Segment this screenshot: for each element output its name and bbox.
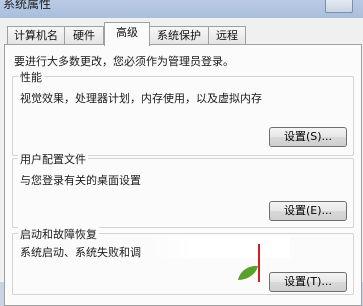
tab-advanced[interactable]: 高级 <box>104 22 150 46</box>
user-profiles-group: 用户配置文件 与您登录有关的桌面设置 设置(E)... <box>12 151 354 228</box>
close-button[interactable] <box>325 0 353 13</box>
performance-description: 视觉效果，处理器计划，内存使用，以及虚拟内存 <box>20 92 262 105</box>
user-profiles-description: 与您登录有关的桌面设置 <box>20 174 141 187</box>
admin-notice: 要进行大多数更改，您必须作为管理员登录。 <box>14 55 234 68</box>
tab-hardware[interactable]: 硬件 <box>64 26 104 45</box>
window-title: 系统属性 <box>3 0 52 11</box>
tab-computer-name[interactable]: 计算机名 <box>7 26 65 45</box>
tab-system-protection[interactable]: 系统保护 <box>149 26 209 45</box>
leaf-icon <box>238 265 258 280</box>
performance-title: 性能 <box>18 69 44 85</box>
user-profiles-title: 用户配置文件 <box>18 151 88 167</box>
title-bar: 系统属性 <box>0 0 363 19</box>
tab-remote[interactable]: 远程 <box>208 26 246 45</box>
performance-group: 性能 视觉效果，处理器计划，内存使用，以及虚拟内存 设置(S)... <box>12 69 354 156</box>
startup-recovery-title: 启动和故障恢复 <box>18 226 99 242</box>
image-glare-overlay <box>150 236 290 258</box>
startup-recovery-description: 系统启动、系统失败和调 <box>20 246 141 259</box>
user-profiles-settings-button[interactable]: 设置(E)... <box>269 201 347 221</box>
performance-settings-button[interactable]: 设置(S)... <box>269 127 347 147</box>
highlight-marker <box>258 244 260 282</box>
startup-recovery-settings-button[interactable]: 设置(T)... <box>269 272 347 292</box>
